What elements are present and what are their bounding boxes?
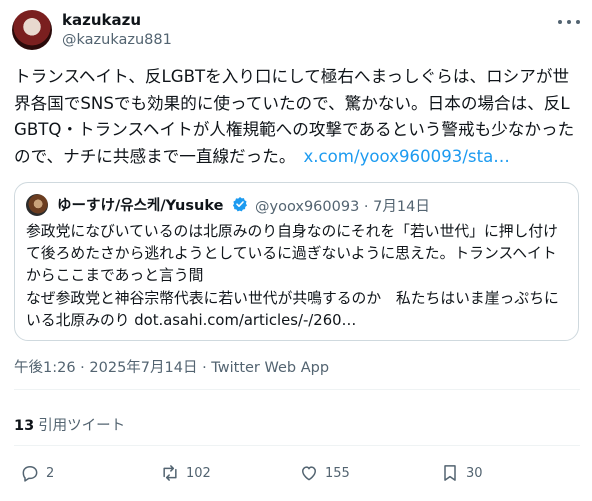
verified-badge-icon bbox=[232, 197, 247, 212]
like-count: 155 bbox=[325, 465, 350, 481]
reply-count: 2 bbox=[46, 465, 55, 481]
retweet-count: 102 bbox=[186, 465, 211, 481]
quoted-text-line: て後ろめたさから逃れようとしているに過ぎないように思えた。トランスヘイト bbox=[26, 245, 557, 263]
quoted-tweet[interactable]: ゆーすけ/유스케/Yusuke @yoox960093 · 7月14日 参政党に… bbox=[14, 182, 579, 341]
timestamp[interactable]: 午後1:26 · 2025年7月14日 · Twitter Web App bbox=[14, 356, 329, 377]
author-handle[interactable]: @kazukazu881 bbox=[62, 32, 172, 48]
more-dot-icon bbox=[567, 20, 571, 24]
author-name[interactable]: kazukazu bbox=[62, 11, 141, 29]
quote-tweets-link[interactable]: 13 引用ツイート bbox=[14, 414, 125, 435]
more-dot-icon bbox=[558, 20, 562, 24]
quote-count: 13 bbox=[14, 418, 35, 434]
tweet-link[interactable]: x.com/yoox960093/sta… bbox=[303, 147, 509, 166]
tweet-text: トランスヘイト、反LGBTを入り口にして極右へまっしぐらは、ロシアが世界各国でS… bbox=[14, 64, 580, 170]
reply-icon bbox=[22, 466, 38, 482]
retweet-button[interactable]: 102 bbox=[160, 462, 211, 484]
heart-icon bbox=[302, 466, 316, 481]
more-dot-icon bbox=[576, 20, 580, 24]
quoted-text-line: いる北原みのり dot.asahi.com/articles/-/260… bbox=[26, 311, 357, 329]
more-options-button[interactable] bbox=[558, 14, 580, 30]
bookmark-count: 30 bbox=[466, 465, 483, 481]
like-button[interactable]: 155 bbox=[299, 462, 350, 484]
quote-label: 引用ツイート bbox=[38, 418, 126, 434]
bookmark-icon bbox=[444, 465, 456, 481]
quoted-text-line: なぜ参政党と神谷宗幣代表に若い世代が共鳴するのか 私たちはいま崖っぷちに bbox=[26, 289, 559, 307]
quoted-text-line: からここまであっと言う間 bbox=[26, 267, 204, 285]
divider bbox=[14, 445, 580, 446]
retweet-icon bbox=[163, 465, 177, 481]
reply-button[interactable]: 2 bbox=[20, 462, 54, 484]
quoted-meta: @yoox960093 · 7月14日 bbox=[255, 199, 430, 215]
quoted-text-line: 参政党になびいているのは北原みのり自身なのにそれを「若い世代」に押し付け bbox=[26, 223, 558, 240]
quoted-author-name: ゆーすけ/유스케/Yusuke bbox=[57, 198, 224, 214]
quoted-avatar bbox=[26, 194, 48, 216]
avatar[interactable] bbox=[12, 10, 52, 50]
bookmark-button[interactable]: 30 bbox=[440, 462, 483, 484]
divider bbox=[14, 389, 580, 390]
quoted-text: 参政党になびいているのは北原みのり自身なのにそれを「若い世代」に押し付け て後ろ… bbox=[26, 221, 574, 332]
